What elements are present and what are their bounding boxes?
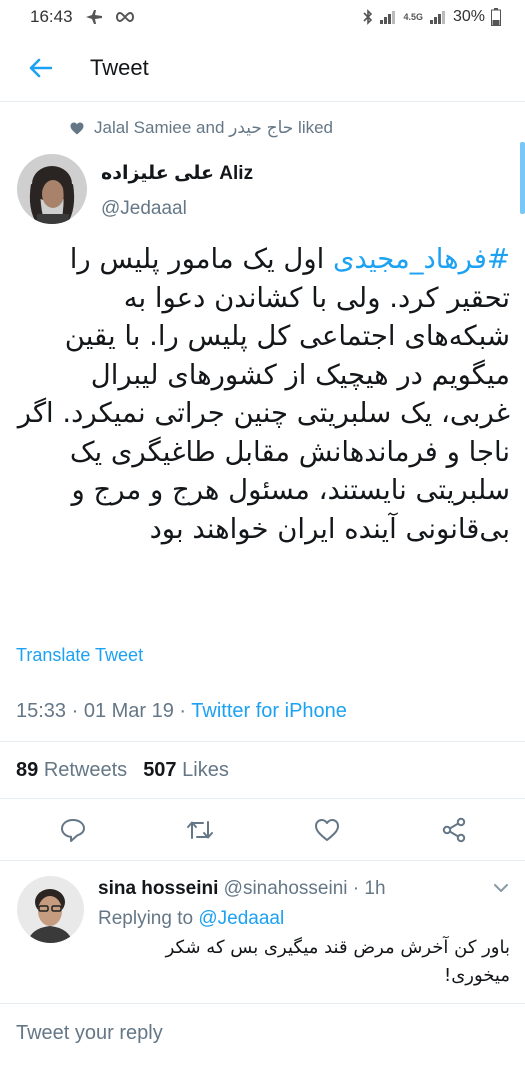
author-handle[interactable]: @Jedaaal	[101, 198, 253, 220]
hashtag-link[interactable]: #فرهاد_مجیدی	[333, 243, 510, 275]
page-title: Tweet	[90, 54, 149, 80]
author-avatar[interactable]	[17, 154, 87, 224]
reply-author-name[interactable]: sina hosseini	[98, 878, 218, 899]
reply-handle-time: @sinahosseini · 1h	[218, 878, 386, 899]
status-time: 16:43	[30, 7, 73, 26]
reply-text: باور کن آخرش مرض قند میگیری بس که شکر می…	[165, 937, 510, 986]
status-bar: 16:43 4.5G 30%	[0, 0, 525, 34]
heart-icon	[314, 819, 339, 841]
likes-count: 507	[143, 759, 177, 781]
scroll-indicator	[520, 142, 525, 214]
share-button[interactable]	[424, 810, 484, 850]
heart-filled-icon	[70, 122, 84, 134]
reply-header: sina hosseini @sinahosseini · 1h	[98, 878, 386, 900]
replying-to-label: Replying to	[98, 908, 199, 929]
likes-label: Likes	[182, 759, 229, 781]
tweet-timestamp: 15:33 · 01 Mar 19 ·	[16, 700, 192, 722]
battery-icon	[491, 8, 501, 26]
airplane-icon	[85, 10, 103, 24]
social-context-text: Jalal Samiee and حاج حیدر liked	[94, 118, 333, 137]
tweet-source-link[interactable]: Twitter for iPhone	[191, 700, 347, 722]
reply-avatar[interactable]	[17, 876, 84, 943]
retweets-count: 89	[16, 759, 39, 781]
tweet-author: علی علیزاده Aliz @Jedaaal	[17, 154, 253, 224]
tweet-meta: 15:33 · 01 Mar 19 · Twitter for iPhone	[16, 700, 347, 723]
network-type-label: 4.5G	[403, 11, 423, 22]
tweet-text: #فرهاد_مجیدی اول یک مامور پلیس را تحقیر …	[15, 240, 510, 548]
app-bar: Tweet	[0, 34, 525, 102]
replying-to: Replying to @Jedaaal	[98, 908, 284, 930]
divider	[0, 860, 525, 861]
retweet-icon	[187, 821, 214, 839]
battery-percent: 30%	[452, 8, 485, 25]
chevron-down-icon	[494, 884, 508, 892]
reply-menu-button[interactable]	[493, 880, 509, 898]
translate-tweet-link[interactable]: Translate Tweet	[16, 645, 143, 666]
reply-input[interactable]	[16, 1018, 506, 1048]
signal-icon	[379, 10, 397, 24]
retweets-label: Retweets	[43, 759, 128, 781]
retweets-stat[interactable]: 89 Retweets	[16, 759, 127, 782]
tweet-stats: 89 Retweets 507 Likes	[16, 759, 229, 782]
reply-button[interactable]	[43, 810, 103, 850]
share-icon	[442, 817, 465, 843]
bluetooth-icon	[363, 9, 373, 25]
divider	[0, 798, 525, 799]
social-context[interactable]: Jalal Samiee and حاج حیدر liked	[70, 118, 333, 138]
tweet-body: اول یک مامور پلیس را تحقیر کرد. ولی با ک…	[17, 243, 510, 545]
tweet-actions	[0, 810, 525, 850]
infinity-icon	[115, 11, 135, 23]
back-button[interactable]	[0, 34, 80, 102]
author-name[interactable]: علی علیزاده Aliz	[101, 162, 253, 188]
like-button[interactable]	[297, 810, 357, 850]
reply-icon	[61, 819, 86, 842]
reply-composer	[0, 1003, 525, 1080]
retweet-button[interactable]	[170, 810, 230, 850]
replying-to-handle[interactable]: @Jedaaal	[198, 908, 284, 929]
signal-icon-2	[429, 10, 447, 24]
likes-stat[interactable]: 507 Likes	[143, 759, 229, 782]
network-type-icon: 4.5G	[403, 11, 423, 22]
divider	[0, 741, 525, 742]
reply-tweet[interactable]: sina hosseini @sinahosseini · 1h Replyin…	[0, 862, 525, 1002]
back-arrow-icon	[29, 58, 52, 77]
